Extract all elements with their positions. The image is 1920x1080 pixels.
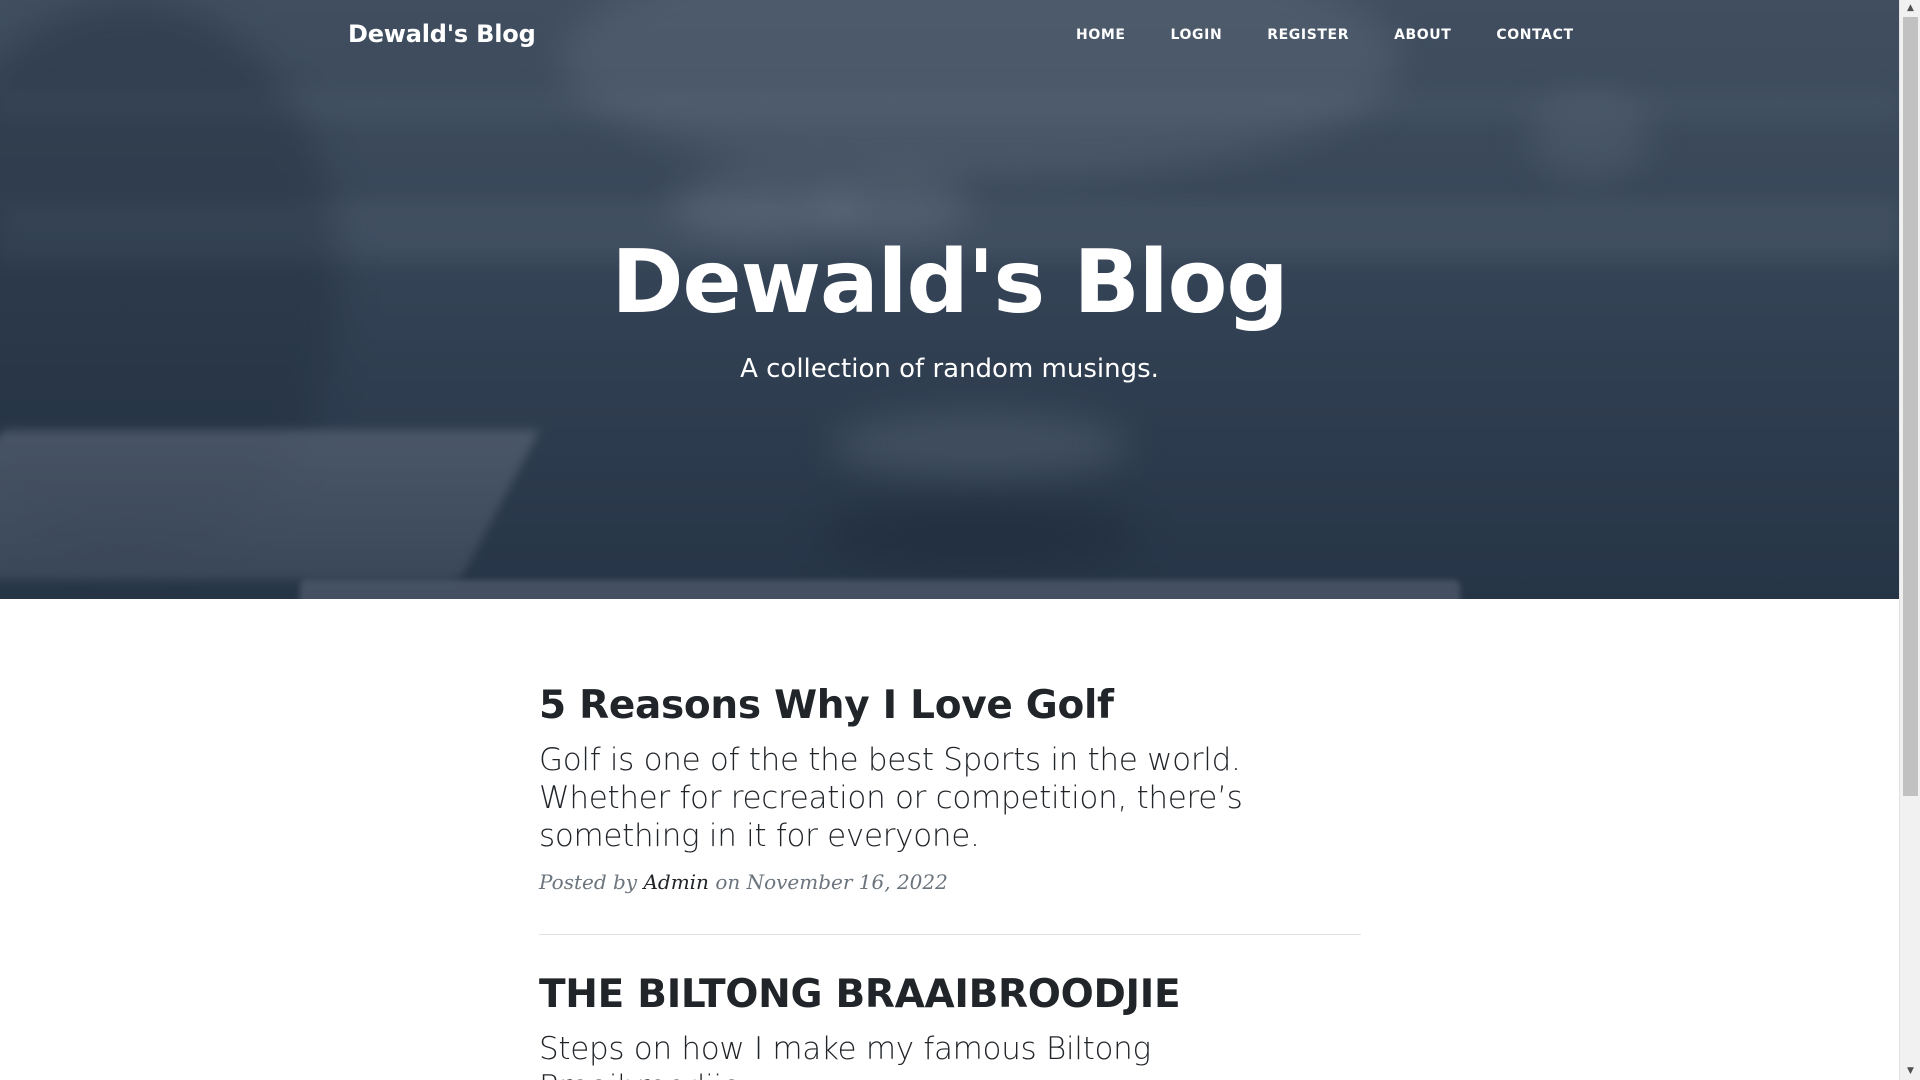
post-meta-on: on <box>715 870 741 894</box>
site-heading: Dewald's Blog A collection of random mus… <box>0 228 1899 384</box>
triangle-down-icon: ▼ <box>1907 1066 1914 1076</box>
post-subtitle[interactable]: Steps on how I make my famous Biltong Br… <box>539 1030 1361 1080</box>
nav-link-home[interactable]: HOME <box>1076 27 1126 43</box>
scroll-thumb[interactable] <box>1903 17 1918 796</box>
nav-link-login[interactable]: LOGIN <box>1171 27 1223 43</box>
post-date: November 16, 2022 <box>746 870 948 894</box>
post-meta: Posted by Admin on November 16, 2022 <box>539 870 1361 894</box>
nav-links: HOME LOGIN REGISTER ABOUT CONTACT <box>1076 27 1574 43</box>
vertical-scrollbar[interactable]: ▲ ▼ <box>1899 0 1920 1080</box>
post-preview: 5 Reasons Why I Love Golf Golf is one of… <box>539 680 1361 894</box>
site-subtitle: A collection of random musings. <box>740 354 1159 384</box>
post-title[interactable]: THE BILTONG BRAAIBROODJIE <box>539 969 1361 1021</box>
viewport: Dewald's Blog HOME LOGIN REGISTER ABOUT … <box>0 0 1899 1080</box>
post-preview: THE BILTONG BRAAIBROODJIE Steps on how I… <box>539 969 1361 1080</box>
post-link[interactable]: 5 Reasons Why I Love Golf Golf is one of… <box>539 680 1361 855</box>
post-subtitle[interactable]: Golf is one of the the best Sports in th… <box>539 741 1361 855</box>
brand-link[interactable]: Dewald's Blog <box>348 20 536 48</box>
post-title[interactable]: 5 Reasons Why I Love Golf <box>539 680 1361 732</box>
scroll-up-button[interactable]: ▲ <box>1900 0 1920 17</box>
navbar: Dewald's Blog HOME LOGIN REGISTER ABOUT … <box>0 0 1899 74</box>
triangle-up-icon: ▲ <box>1907 3 1914 13</box>
post-meta-prefix: Posted by <box>539 870 638 894</box>
post-list: 5 Reasons Why I Love Golf Golf is one of… <box>539 680 1361 1080</box>
nav-link-about[interactable]: ABOUT <box>1394 27 1451 43</box>
site-title: Dewald's Blog <box>611 231 1288 333</box>
masthead: Dewald's Blog HOME LOGIN REGISTER ABOUT … <box>0 0 1899 599</box>
post-link[interactable]: THE BILTONG BRAAIBROODJIE Steps on how I… <box>539 969 1361 1080</box>
nav-link-contact[interactable]: CONTACT <box>1496 27 1573 43</box>
scroll-down-button[interactable]: ▼ <box>1900 1063 1920 1080</box>
post-divider <box>539 934 1361 935</box>
post-author-link[interactable]: Admin <box>643 870 709 894</box>
nav-link-register[interactable]: REGISTER <box>1267 27 1349 43</box>
browser-page: Dewald's Blog HOME LOGIN REGISTER ABOUT … <box>0 0 1920 1080</box>
